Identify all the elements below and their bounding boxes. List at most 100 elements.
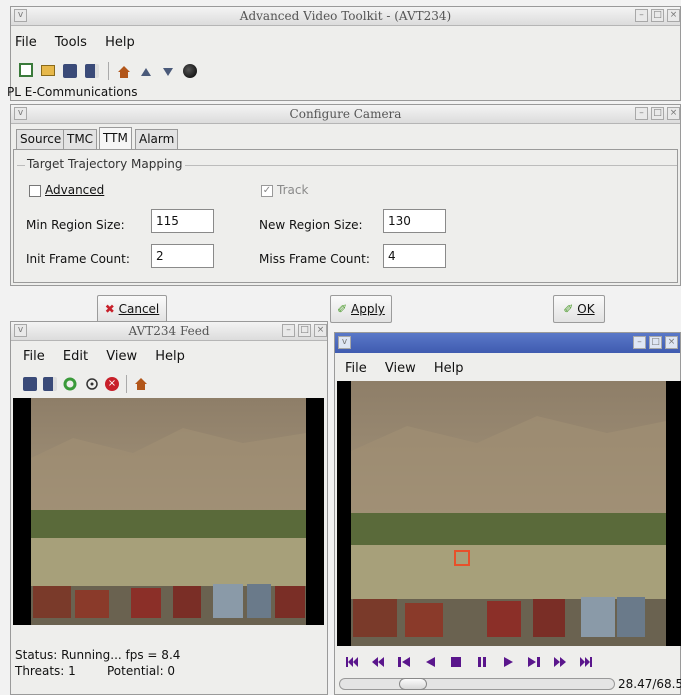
record-circle-icon[interactable] bbox=[183, 64, 197, 78]
close-button[interactable]: × bbox=[667, 9, 680, 22]
menu-help[interactable]: Help bbox=[155, 349, 185, 364]
feed-window: v AVT234 Feed – □ × File Edit View Help … bbox=[10, 321, 328, 695]
feed-video[interactable] bbox=[13, 398, 324, 625]
save-as-icon[interactable] bbox=[85, 64, 99, 78]
pause-icon[interactable] bbox=[475, 655, 489, 669]
track-label: Track bbox=[277, 183, 309, 197]
close-button[interactable]: × bbox=[314, 324, 327, 337]
feed-menubar: File Edit View Help bbox=[23, 349, 199, 364]
minimize-button[interactable]: – bbox=[635, 107, 648, 120]
init-frame-input[interactable]: 2 bbox=[151, 244, 214, 268]
menu-view[interactable]: View bbox=[385, 361, 416, 376]
minimize-button[interactable]: – bbox=[633, 336, 646, 349]
player-video[interactable] bbox=[337, 381, 681, 646]
close-button[interactable]: × bbox=[665, 336, 678, 349]
step-back-icon[interactable] bbox=[423, 655, 437, 669]
skip-to-start-icon[interactable] bbox=[345, 655, 359, 669]
tab-tmc[interactable]: TMC bbox=[63, 129, 98, 149]
menu-tools[interactable]: Tools bbox=[55, 35, 87, 50]
menu-file[interactable]: File bbox=[23, 349, 45, 364]
menu-help[interactable]: Help bbox=[434, 361, 464, 376]
menu-edit[interactable]: Edit bbox=[63, 349, 88, 364]
configure-camera-title: Configure Camera bbox=[289, 107, 402, 121]
advanced-label: Advanced bbox=[45, 183, 105, 197]
group-label: Target Trajectory Mapping bbox=[25, 157, 185, 171]
init-frame-label: Init Frame Count: bbox=[26, 252, 130, 266]
miss-frame-label: Miss Frame Count: bbox=[259, 252, 370, 266]
window-menu-button[interactable]: v bbox=[338, 336, 351, 349]
maximize-button[interactable]: □ bbox=[649, 336, 662, 349]
apply-label: Apply bbox=[351, 302, 385, 316]
main-window-title: Advanced Video Toolkit - (AVT234) bbox=[239, 9, 452, 23]
maximize-button[interactable]: □ bbox=[298, 324, 311, 337]
ok-icon: ✐ bbox=[563, 302, 574, 316]
new-icon[interactable] bbox=[19, 63, 33, 77]
advanced-checkbox[interactable] bbox=[29, 185, 41, 197]
ok-label: OK bbox=[577, 302, 595, 316]
maximize-button[interactable]: □ bbox=[651, 9, 664, 22]
min-region-label: Min Region Size: bbox=[26, 218, 125, 232]
stop-icon[interactable]: × bbox=[105, 377, 119, 391]
tab-source[interactable]: Source bbox=[16, 129, 66, 149]
new-region-label: New Region Size: bbox=[259, 218, 363, 232]
feed-video-frame bbox=[13, 398, 324, 625]
save-icon[interactable] bbox=[63, 64, 77, 78]
player-video-frame bbox=[337, 381, 681, 646]
main-window: v Advanced Video Toolkit - (AVT234) – □ … bbox=[7, 6, 681, 101]
new-region-input[interactable]: 130 bbox=[383, 209, 446, 233]
tab-ttm[interactable]: TTM bbox=[99, 127, 132, 149]
playback-time: 28.47/68.56 bbox=[618, 677, 681, 691]
feed-window-title: AVT234 Feed bbox=[128, 324, 210, 338]
player-menubar: File View Help bbox=[345, 361, 478, 376]
next-frame-icon[interactable] bbox=[527, 655, 541, 669]
min-region-input[interactable]: 115 bbox=[151, 209, 214, 233]
fast-rewind-icon[interactable] bbox=[371, 655, 385, 669]
fast-forward-icon[interactable] bbox=[553, 655, 567, 669]
toolbar-separator bbox=[108, 62, 109, 80]
feed-potential: Potential: 0 bbox=[107, 664, 176, 678]
target-icon[interactable] bbox=[85, 377, 99, 391]
maximize-button[interactable]: □ bbox=[651, 107, 664, 120]
toolbar-separator bbox=[126, 375, 127, 393]
stop-icon[interactable] bbox=[449, 655, 463, 669]
minimize-button[interactable]: – bbox=[635, 9, 648, 22]
track-checkbox[interactable]: ✓ bbox=[261, 185, 273, 197]
triangle-down-icon[interactable] bbox=[161, 65, 175, 79]
play-icon[interactable] bbox=[501, 655, 515, 669]
home-icon[interactable] bbox=[117, 65, 131, 79]
cancel-label: Cancel bbox=[118, 302, 160, 316]
feed-threats: Threats: 1 bbox=[15, 664, 76, 678]
home-icon[interactable] bbox=[134, 377, 148, 391]
main-titlebar[interactable]: v Advanced Video Toolkit - (AVT234) – □ … bbox=[11, 7, 680, 26]
apply-button[interactable]: ✐ Apply bbox=[330, 295, 392, 323]
minimize-button[interactable]: – bbox=[282, 324, 295, 337]
menu-help[interactable]: Help bbox=[105, 35, 135, 50]
refresh-icon[interactable] bbox=[63, 377, 77, 391]
seek-slider[interactable] bbox=[339, 678, 615, 690]
player-titlebar[interactable]: v – □ × bbox=[335, 333, 680, 353]
close-button[interactable]: × bbox=[667, 107, 680, 120]
open-folder-icon[interactable] bbox=[41, 65, 55, 76]
menu-view[interactable]: View bbox=[106, 349, 137, 364]
cancel-icon: ✖ bbox=[104, 302, 115, 316]
cancel-button[interactable]: ✖ Cancel bbox=[97, 295, 167, 323]
miss-frame-input[interactable]: 4 bbox=[383, 244, 446, 268]
feed-titlebar[interactable]: v AVT234 Feed – □ × bbox=[11, 322, 327, 341]
menu-file[interactable]: File bbox=[15, 35, 37, 50]
main-status-bar: PL E-Communications bbox=[7, 85, 138, 99]
triangle-up-icon[interactable] bbox=[139, 65, 153, 79]
main-menubar: File Tools Help bbox=[15, 35, 149, 50]
save-as-icon[interactable] bbox=[43, 377, 57, 391]
previous-frame-icon[interactable] bbox=[397, 655, 411, 669]
configure-camera-titlebar[interactable]: v Configure Camera – □ × bbox=[11, 105, 680, 124]
tab-alarm[interactable]: Alarm bbox=[135, 129, 179, 149]
skip-to-end-icon[interactable] bbox=[579, 655, 593, 669]
playback-controls bbox=[345, 655, 615, 671]
player-window: v – □ × File View Help 28.47/68.5 bbox=[334, 332, 681, 695]
ok-button[interactable]: ✐ OK bbox=[553, 295, 605, 323]
menu-file[interactable]: File bbox=[345, 361, 367, 376]
configure-camera-window: v Configure Camera – □ × Source TMC TTM … bbox=[10, 104, 681, 286]
seek-slider-thumb[interactable] bbox=[399, 678, 427, 690]
feed-status: Status: Running... fps = 8.4 bbox=[15, 648, 181, 662]
save-icon[interactable] bbox=[23, 377, 37, 391]
